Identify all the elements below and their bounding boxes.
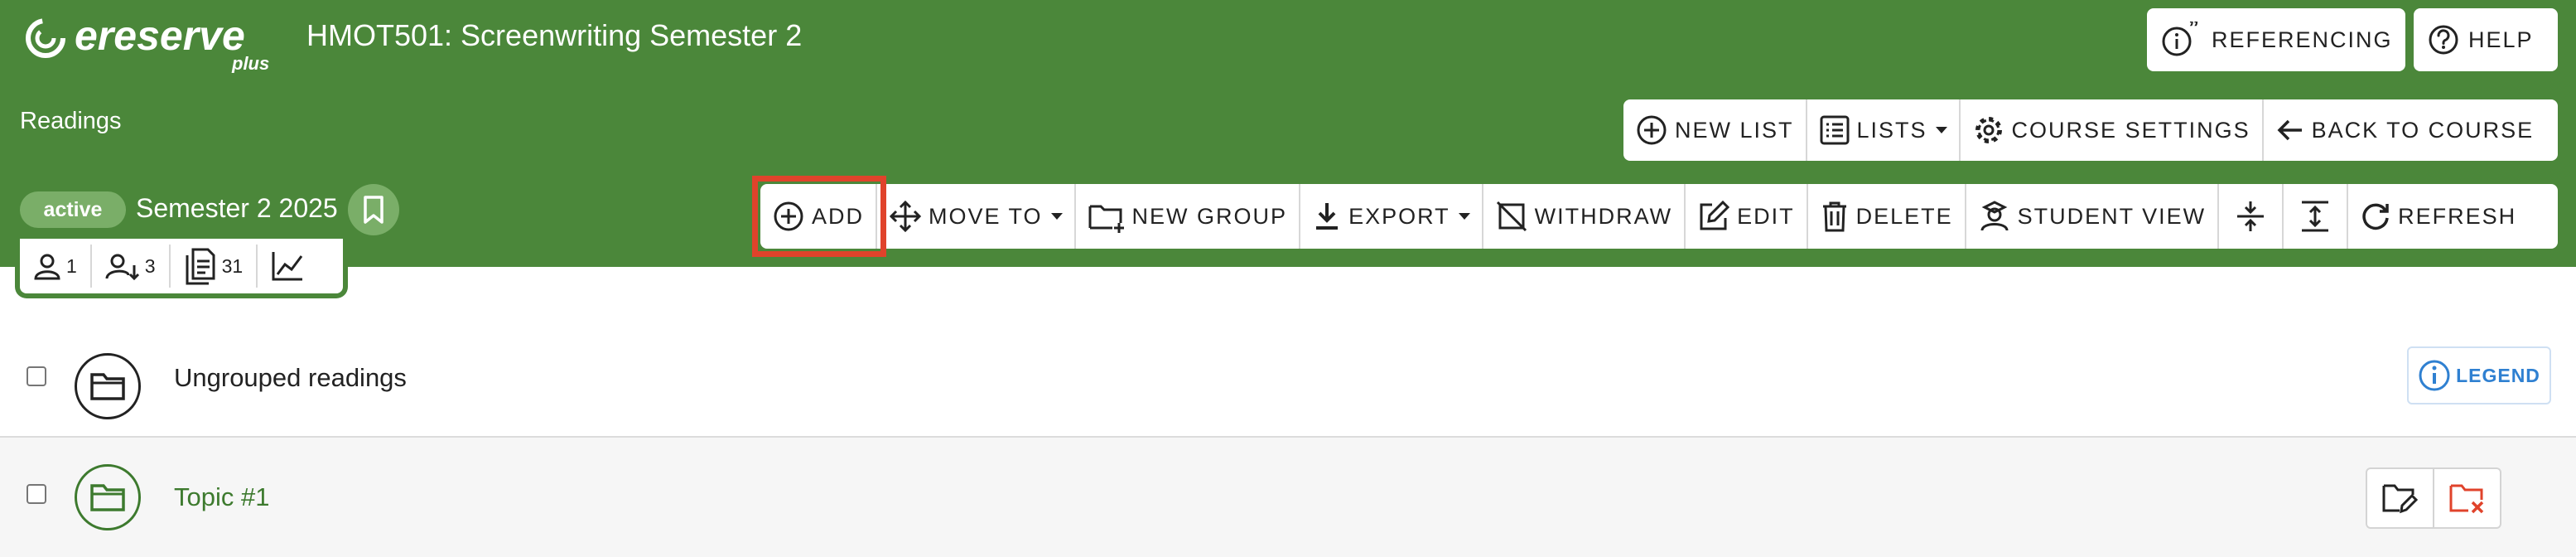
collapse-all-button[interactable] [2219,184,2284,249]
ungrouped-checkbox[interactable] [27,366,46,386]
documents-count: 31 [221,254,244,277]
student-icon [1980,201,2009,231]
chevron-down-icon [1935,127,1947,133]
folder-edit-icon [2382,484,2418,514]
main-toolbar: ADD MOVE TO NEW GROUP EXPORT WITHDRAW ED… [760,184,2558,249]
lists-dropdown[interactable]: LISTS [1807,99,1961,161]
line-chart-icon [272,252,303,281]
user-sort-icon [105,254,139,280]
folder-button[interactable] [75,353,141,419]
logo-text: ereserve [75,12,245,59]
refresh-icon [2362,203,2389,230]
status-badge: active [20,191,126,228]
edit-button[interactable]: EDIT [1686,184,1808,249]
folder-plus-icon [1088,205,1124,233]
group-title: Ungrouped readings [174,363,407,392]
edit-label: EDIT [1737,203,1795,229]
withdraw-label: WITHDRAW [1534,203,1673,229]
folder-icon [90,373,125,400]
new-group-button[interactable]: NEW GROUP [1076,184,1301,249]
logo-sub-text: plus [231,53,269,73]
legend-button[interactable]: LEGEND [2407,346,2551,404]
documents-icon [186,248,215,285]
back-to-course-button[interactable]: BACK TO COURSE [2264,99,2546,161]
collapse-icon [2237,201,2265,231]
trash-icon [1822,201,1846,232]
new-group-label: NEW GROUP [1131,203,1288,229]
back-to-course-label: BACK TO COURSE [2311,117,2535,143]
group-row-ungrouped[interactable]: Ungrouped readings LEGEND [0,332,2576,438]
folder-icon [90,484,125,511]
referencing-label: REFERENCING [2212,27,2393,52]
chevron-down-icon [1458,213,1470,220]
user-icon [34,254,60,280]
referencing-icon: ” [2162,22,2201,56]
referencing-button[interactable]: ” REFERENCING [2147,8,2405,71]
folder-button[interactable] [75,464,141,530]
plus-circle-icon [774,201,803,231]
refresh-button[interactable]: REFRESH [2348,184,2528,249]
group-actions [2366,467,2501,529]
group-title[interactable]: Topic #1 [174,482,269,512]
ereserve-logo[interactable]: ereserve plus [23,7,282,74]
add-label: ADD [812,203,865,229]
documents-stat[interactable]: 31 [171,245,258,288]
add-button[interactable]: ADD [760,184,878,249]
move-to-label: MOVE TO [929,203,1043,229]
course-settings-label: COURSE SETTINGS [2011,117,2250,143]
sorted-users-count: 3 [144,254,156,277]
export-label: EXPORT [1348,203,1450,229]
section-title: Readings [20,108,122,134]
folder-delete-icon [2449,484,2483,514]
app-header: ereserve plus HMOT501: Screenwriting Sem… [0,0,2576,267]
legend-label: LEGEND [2456,364,2540,386]
help-label: HELP [2468,27,2534,52]
info-icon [2419,360,2450,391]
export-dropdown[interactable]: EXPORT [1300,184,1483,249]
arrow-left-icon [2277,119,2302,141]
expand-all-button[interactable] [2284,184,2349,249]
svg-text:”: ” [2188,22,2201,40]
delete-group-button[interactable] [2434,469,2500,527]
student-view-button[interactable]: STUDENT VIEW [1966,184,2220,249]
new-list-button[interactable]: NEW LIST [1623,99,1807,161]
lists-label: LISTS [1856,117,1927,143]
move-icon [889,200,922,233]
semester-label: Semester 2 2025 [136,193,338,223]
list-toolbar: NEW LIST LISTS COURSE SETTINGS BACK TO C… [1623,99,2558,161]
topic-1-checkbox[interactable] [27,484,46,504]
refresh-label: REFRESH [2398,203,2517,229]
gear-icon [1975,117,2002,143]
withdraw-icon [1496,201,1527,232]
bookmark-button[interactable] [348,184,399,235]
delete-button[interactable]: DELETE [1808,184,1966,249]
help-icon [2429,25,2458,55]
users-stat[interactable]: 1 [20,245,92,288]
download-icon [1316,203,1339,230]
student-view-label: STUDENT VIEW [2017,203,2207,229]
move-to-dropdown[interactable]: MOVE TO [877,184,1076,249]
course-title: HMOT501: Screenwriting Semester 2 [306,18,803,52]
stats-panel: 1 3 31 [15,239,348,298]
plus-circle-icon [1637,115,1667,145]
help-button[interactable]: HELP [2414,8,2558,71]
chevron-down-icon [1050,213,1063,220]
expand-icon [2302,201,2329,232]
edit-group-button[interactable] [2367,469,2434,527]
list-icon [1820,115,1850,145]
course-settings-button[interactable]: COURSE SETTINGS [1961,99,2264,161]
sorted-users-stat[interactable]: 3 [92,245,171,288]
withdraw-button[interactable]: WITHDRAW [1483,184,1686,249]
users-count: 1 [66,254,77,277]
new-list-label: NEW LIST [1675,117,1794,143]
delete-label: DELETE [1855,203,1953,229]
analytics-button[interactable] [258,245,317,288]
group-row-topic-1[interactable]: Topic #1 [0,438,2576,557]
bookmark-icon [364,196,384,224]
edit-icon [1700,200,1730,230]
